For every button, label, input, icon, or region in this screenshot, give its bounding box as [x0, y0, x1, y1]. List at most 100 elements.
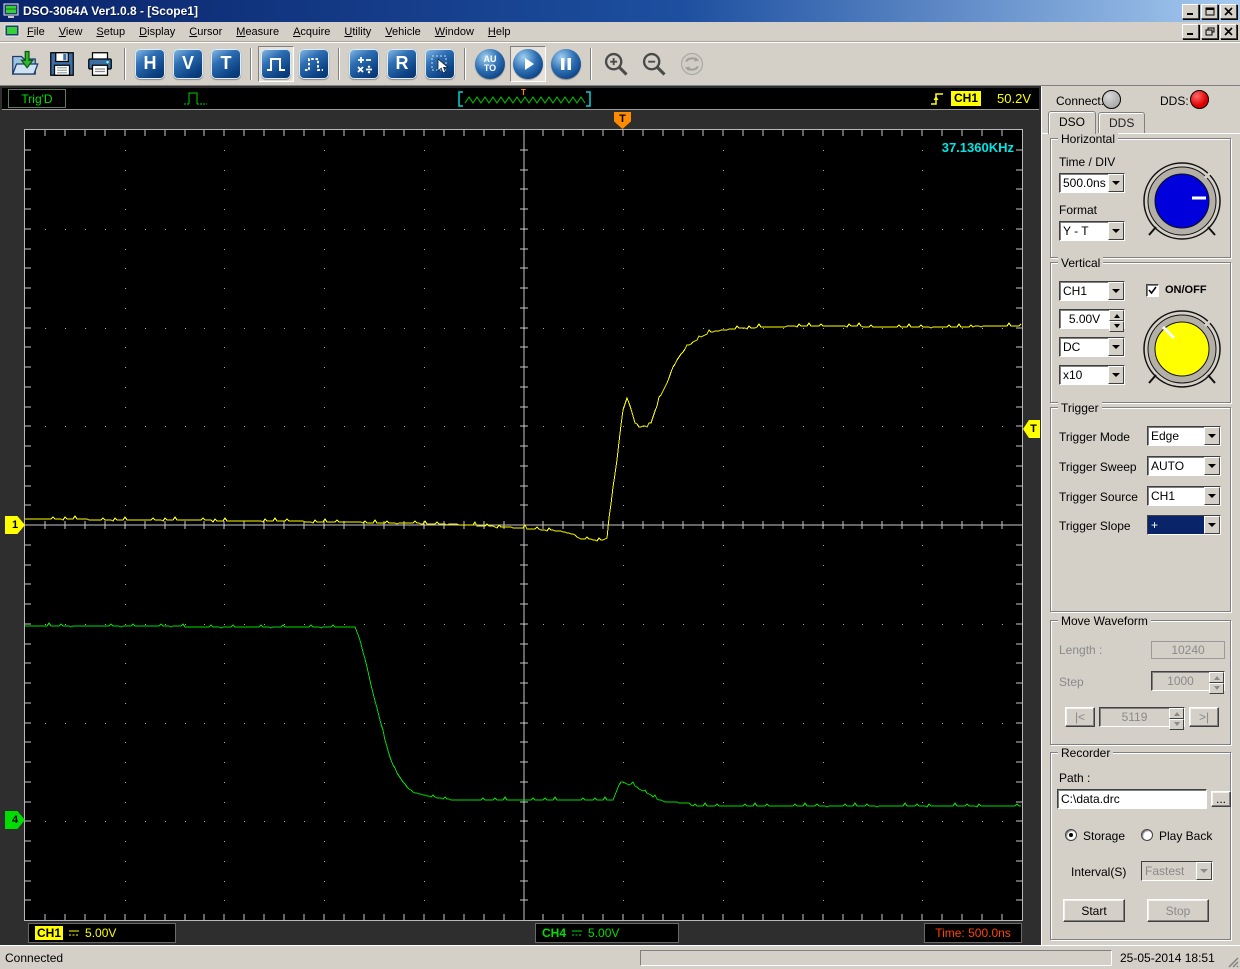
dropdown-arrow-icon[interactable] [1108, 366, 1124, 384]
rising-edge-icon [930, 92, 943, 105]
volts-div-stepper[interactable]: 5.00V [1059, 309, 1125, 332]
vertical-group: Vertical CH1 ON/OFF 5.00V DC x10 [1050, 256, 1231, 403]
ref-waveform-button[interactable]: R [384, 46, 420, 82]
step-down-icon[interactable] [1109, 321, 1124, 332]
save-button[interactable] [44, 46, 80, 82]
open-button[interactable] [6, 46, 42, 82]
scope-document-icon[interactable] [4, 24, 20, 40]
mdi-minimize-button[interactable] [1182, 24, 1199, 39]
channel-select[interactable]: CH1 [1059, 281, 1125, 301]
dropdown-arrow-icon[interactable] [1204, 487, 1220, 505]
maximize-button[interactable] [1201, 3, 1218, 19]
trigger-source-select[interactable]: CH1 [1147, 486, 1221, 506]
mdi-close-button[interactable] [1220, 24, 1237, 39]
pause-button-icon [551, 48, 581, 79]
trigger-position-marker[interactable]: T [614, 112, 631, 129]
step-down-icon [1209, 683, 1224, 694]
trigger-sweep-select[interactable]: AUTO [1147, 456, 1221, 476]
time-div-select[interactable]: 500.0ns [1059, 173, 1125, 193]
playback-radio[interactable] [1141, 829, 1153, 841]
menu-window[interactable]: Window [428, 24, 481, 40]
format-select[interactable]: Y - T [1059, 221, 1125, 241]
scope-display-area: Trig'D T CH1 50.2V 37.1360KHz 1 4 T T CH… [0, 86, 1041, 945]
menu-bar: File View Setup Display Cursor Measure Acquire… [0, 22, 1240, 42]
length-label: Length : [1059, 643, 1103, 657]
zoom-in-button-icon [604, 52, 628, 76]
tab-dds[interactable]: DDS [1098, 112, 1146, 133]
dropdown-arrow-icon[interactable] [1108, 174, 1124, 192]
zoom-in-button[interactable] [598, 46, 634, 82]
time-div-label: Time / DIV [1059, 155, 1116, 169]
pulse-button[interactable] [258, 45, 294, 82]
menu-measure[interactable]: Measure [229, 24, 286, 40]
cursor-button[interactable] [422, 46, 458, 82]
app-window: { "window": { "title": "DSO-3064A Ver1.0… [0, 0, 1240, 969]
dropdown-arrow-icon[interactable] [1204, 427, 1220, 445]
zoom-out-button-icon [642, 52, 666, 76]
vertical-setup-button[interactable]: V [170, 46, 206, 82]
dropdown-arrow-icon[interactable] [1204, 457, 1220, 475]
start-button[interactable]: Start [1063, 899, 1125, 922]
channel-info-bar: CH1 5.00V CH4 5.00V Time: 500.0ns [0, 922, 1041, 945]
dc-coupling-icon [572, 930, 583, 935]
format-label: Format [1059, 203, 1098, 217]
trigger-level-value: 50.2V [997, 91, 1031, 106]
timebase-readout: Time: 500.0ns [924, 923, 1022, 943]
storage-radio[interactable] [1065, 829, 1077, 841]
dropdown-arrow-icon[interactable] [1108, 282, 1124, 300]
menu-cursor[interactable]: Cursor [182, 24, 229, 40]
channel-onoff-checkbox[interactable] [1146, 284, 1159, 297]
dc-coupling-icon [69, 930, 80, 935]
menu-vehicle[interactable]: Vehicle [378, 24, 427, 40]
horizontal-setup-button[interactable]: H [132, 46, 168, 82]
acquisition-preview[interactable]: T [455, 88, 594, 109]
dropdown-arrow-icon[interactable] [1204, 516, 1220, 534]
timebase-value: Time: 500.0ns [935, 926, 1011, 940]
ch1-zero-marker[interactable]: 1 [5, 516, 25, 534]
svg-text:T: T [521, 88, 526, 97]
frequency-readout: 37.1360KHz [941, 140, 1014, 155]
dropdown-arrow-icon[interactable] [1108, 338, 1124, 356]
auto-set-button[interactable]: AU TO [472, 46, 508, 82]
menu-display[interactable]: Display [132, 24, 182, 40]
minimize-button[interactable] [1182, 3, 1199, 19]
app-icon [3, 3, 19, 18]
mdi-restore-button[interactable] [1201, 24, 1218, 39]
menu-acquire[interactable]: Acquire [286, 24, 337, 40]
trigger-level-marker[interactable]: T [1023, 420, 1040, 438]
volts-div-knob[interactable] [1139, 305, 1225, 395]
browse-button[interactable]: ... [1211, 791, 1231, 807]
menu-view[interactable]: View [52, 24, 90, 40]
ch4-zero-marker[interactable]: 4 [5, 811, 25, 829]
pause-button[interactable] [548, 46, 584, 82]
step-stepper: 1000 [1151, 671, 1225, 694]
pulse-dashed-button[interactable] [296, 46, 332, 82]
cursor-button-icon [425, 48, 455, 79]
trigger-setup-button[interactable]: T [208, 46, 244, 82]
move-last-button: >| [1189, 707, 1219, 727]
probe-select[interactable]: x10 [1059, 365, 1125, 385]
path-input[interactable] [1057, 789, 1207, 809]
toolbar: H V T R AU TO [0, 42, 1240, 86]
menu-help[interactable]: Help [481, 24, 518, 40]
close-button[interactable] [1220, 3, 1237, 19]
print-button[interactable] [82, 46, 118, 82]
resize-grip[interactable] [1226, 955, 1239, 968]
scope-status-bar: Trig'D T CH1 50.2V [2, 88, 1039, 110]
trigger-slope-select[interactable]: + [1147, 515, 1221, 535]
time-div-knob[interactable] [1139, 157, 1225, 247]
step-label: Step [1059, 675, 1084, 689]
math-button[interactable] [346, 46, 382, 82]
dropdown-arrow-icon[interactable] [1108, 222, 1124, 240]
menu-utility[interactable]: Utility [337, 24, 378, 40]
trigger-mode-select[interactable]: Edge [1147, 426, 1221, 446]
menu-file[interactable]: File [20, 24, 52, 40]
step-up-icon[interactable] [1109, 310, 1124, 321]
run-button[interactable] [510, 45, 546, 82]
coupling-select[interactable]: DC [1059, 337, 1125, 357]
tab-dso[interactable]: DSO [1048, 111, 1097, 134]
trigger-mode-label: Trigger Mode [1059, 430, 1130, 444]
vertical-setup-button-icon: V [173, 48, 203, 79]
menu-setup[interactable]: Setup [89, 24, 132, 40]
zoom-out-button[interactable] [636, 46, 672, 82]
